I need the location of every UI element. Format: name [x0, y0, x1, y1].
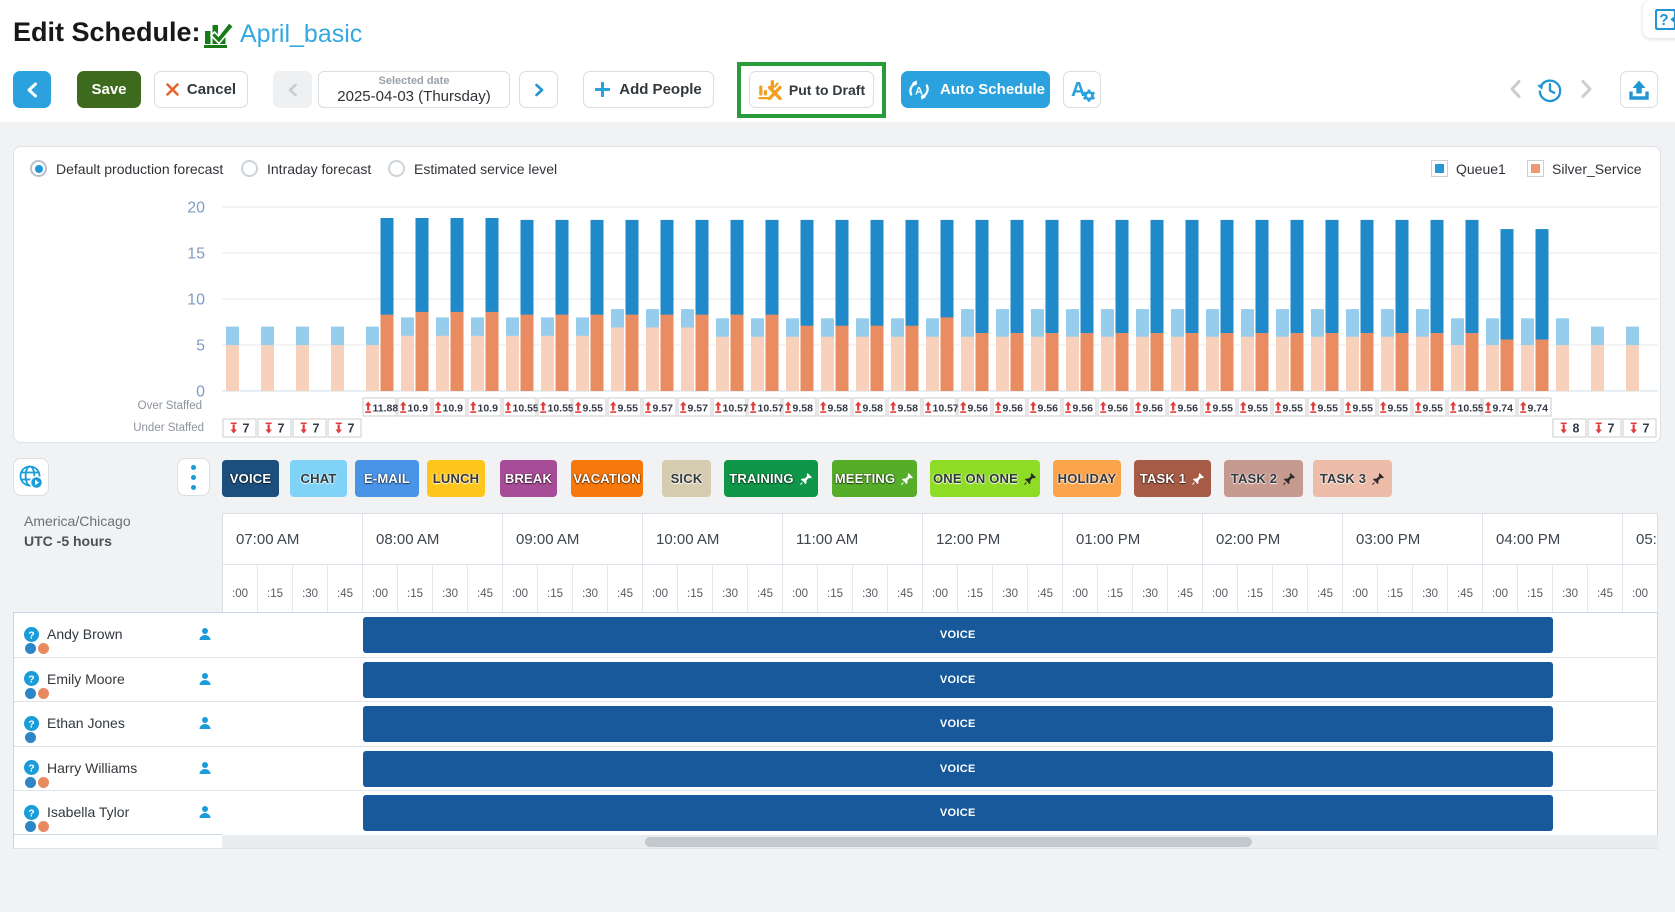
svg-text:?: ? [28, 763, 34, 774]
svg-text:10.57: 10.57 [723, 403, 749, 415]
svg-text:9.55: 9.55 [1283, 403, 1304, 415]
svg-text:A: A [915, 85, 923, 97]
svg-text:11.88: 11.88 [373, 403, 399, 415]
svg-text:9.74: 9.74 [1493, 403, 1514, 415]
svg-text:9.56: 9.56 [1178, 403, 1199, 415]
svg-text:9.55: 9.55 [1423, 403, 1444, 415]
svg-text:9.58: 9.58 [863, 403, 884, 415]
svg-text:9.57: 9.57 [688, 403, 709, 415]
svg-text:10.9: 10.9 [408, 403, 429, 415]
svg-text:?: ? [28, 719, 34, 730]
svg-text:8: 8 [1573, 422, 1580, 436]
svg-text:9.55: 9.55 [583, 403, 604, 415]
svg-text:9.74: 9.74 [1528, 403, 1549, 415]
svg-text:Over Staffed: Over Staffed [138, 400, 202, 412]
svg-text:9.55: 9.55 [1318, 403, 1339, 415]
svg-text:Under Staffed: Under Staffed [133, 422, 204, 434]
svg-text:9.57: 9.57 [653, 403, 674, 415]
svg-text:9.56: 9.56 [968, 403, 989, 415]
svg-text:9.58: 9.58 [898, 403, 919, 415]
svg-text:9.56: 9.56 [1003, 403, 1024, 415]
svg-text:9.56: 9.56 [1038, 403, 1059, 415]
svg-text:9.55: 9.55 [1353, 403, 1374, 415]
svg-text:7: 7 [348, 422, 355, 436]
svg-text:9.56: 9.56 [1073, 403, 1094, 415]
svg-text:9.55: 9.55 [618, 403, 639, 415]
svg-text:20: 20 [187, 200, 205, 217]
svg-text:7: 7 [313, 422, 320, 436]
svg-text:7: 7 [278, 422, 285, 436]
svg-text:9.55: 9.55 [1248, 403, 1269, 415]
svg-text:10.57: 10.57 [933, 403, 959, 415]
svg-text:?: ? [28, 808, 34, 819]
svg-text:9.55: 9.55 [1213, 403, 1234, 415]
svg-text:7: 7 [1608, 422, 1615, 436]
svg-text:5: 5 [196, 338, 205, 355]
svg-text:0: 0 [196, 384, 205, 401]
svg-text:10.57: 10.57 [758, 403, 784, 415]
svg-text:7: 7 [243, 422, 250, 436]
svg-text:10: 10 [187, 292, 205, 309]
svg-text:10.9: 10.9 [478, 403, 499, 415]
svg-text:9.55: 9.55 [1388, 403, 1409, 415]
svg-text:10.55: 10.55 [548, 403, 574, 415]
svg-text:10.9: 10.9 [443, 403, 464, 415]
svg-text:?: ? [28, 630, 34, 641]
svg-text:9.58: 9.58 [828, 403, 849, 415]
svg-text:10.55: 10.55 [1458, 403, 1484, 415]
svg-text:9.56: 9.56 [1143, 403, 1164, 415]
svg-text:9.56: 9.56 [1108, 403, 1129, 415]
svg-text:10.55: 10.55 [513, 403, 539, 415]
svg-text:?: ? [1659, 12, 1668, 29]
svg-text:?: ? [28, 674, 34, 685]
svg-text:7: 7 [1643, 422, 1650, 436]
svg-text:9.58: 9.58 [793, 403, 814, 415]
svg-text:15: 15 [187, 246, 205, 263]
